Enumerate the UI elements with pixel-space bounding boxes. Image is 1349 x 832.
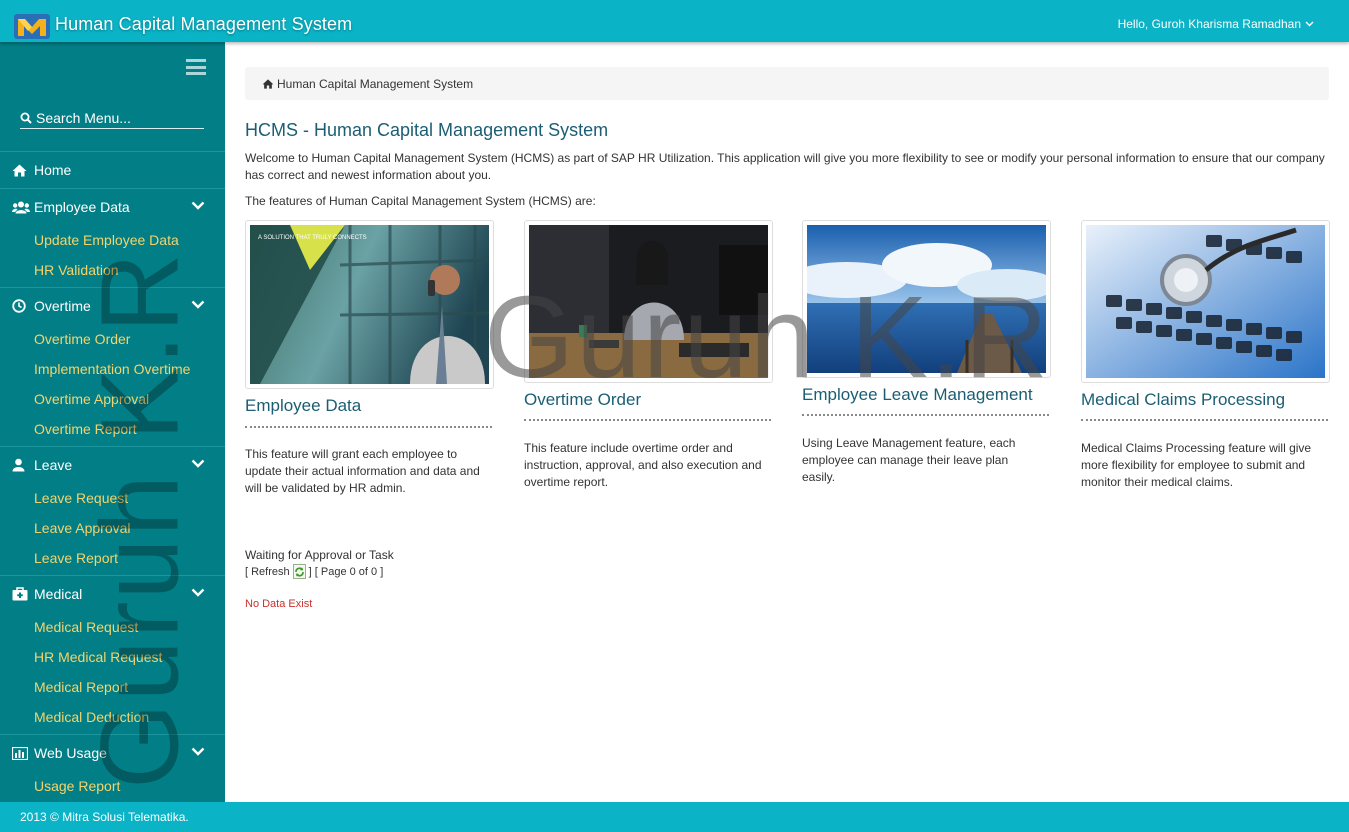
- sidebar-group-web-usage[interactable]: Web Usage: [0, 735, 225, 771]
- sidebar-item-implementation-overtime[interactable]: Implementation Overtime: [0, 354, 225, 384]
- chevron-down-icon: [191, 201, 205, 210]
- feature-description-overtime-order: This feature include overtime order and …: [524, 441, 762, 489]
- footer-copyright: 2013 © Mitra Solusi Telematika.: [20, 810, 189, 824]
- clock-icon: [12, 299, 26, 313]
- sidebar-item-leave-request[interactable]: Leave Request: [0, 483, 225, 513]
- sidebar-toggle-icon[interactable]: [186, 59, 206, 75]
- feature-title-employee-data[interactable]: Employee Data: [245, 396, 361, 416]
- app-title: Human Capital Management System: [55, 14, 353, 34]
- feature-divider: [524, 419, 771, 421]
- breadcrumb: Human Capital Management System: [245, 67, 1329, 100]
- footer: 2013 © Mitra Solusi Telematika.: [0, 802, 1349, 832]
- sidebar-item-label: Overtime: [34, 298, 91, 314]
- feature-image-overtime-order: [524, 220, 773, 383]
- sidebar-item-usage-report[interactable]: Usage Report: [0, 771, 225, 801]
- sidebar-item-label: Medical: [34, 586, 83, 602]
- intro-text: Welcome to Human Capital Management Syst…: [245, 151, 1325, 182]
- home-icon: [12, 164, 27, 176]
- sidebar-item-hr-validation[interactable]: HR Validation: [0, 255, 225, 285]
- medkit-icon: [12, 587, 28, 601]
- feature-image-caption: A SOLUTION THAT TRULY CONNECTS: [258, 235, 367, 241]
- feature-divider: [245, 426, 492, 428]
- home-icon: [262, 78, 274, 89]
- sidebar-item-overtime-order[interactable]: Overtime Order: [0, 324, 225, 354]
- users-icon: [12, 201, 30, 213]
- sidebar-group-overtime[interactable]: Overtime: [0, 288, 225, 324]
- sidebar-item-hr-medical-request[interactable]: HR Medical Request: [0, 642, 225, 672]
- sidebar: Home Employee Data Update Employee Data …: [0, 42, 225, 802]
- sidebar-item-leave-approval[interactable]: Leave Approval: [0, 513, 225, 543]
- chevron-down-icon: [191, 459, 205, 468]
- sidebar-item-label: Web Usage: [34, 745, 107, 761]
- user-greeting: Hello, Guroh Kharisma Ramadhan: [1117, 17, 1301, 31]
- sidebar-group-employee-data[interactable]: Employee Data: [0, 189, 225, 225]
- search-input[interactable]: [36, 110, 196, 126]
- chevron-down-icon: [1305, 21, 1314, 27]
- user-menu[interactable]: Hello, Guroh Kharisma Ramadhan: [1118, 17, 1314, 31]
- task-section-title: Waiting for Approval or Task: [245, 548, 394, 562]
- feature-image-medical-claims: [1081, 220, 1330, 383]
- feature-title-leave-management[interactable]: Employee Leave Management: [802, 385, 1033, 405]
- feature-divider: [802, 414, 1049, 416]
- page-title: HCMS - Human Capital Management System: [245, 120, 609, 140]
- top-bar: Human Capital Management System Hello, G…: [0, 0, 1349, 42]
- refresh-icon[interactable]: [292, 564, 306, 579]
- sidebar-item-label: Leave: [34, 457, 73, 473]
- chevron-down-icon: [191, 747, 205, 756]
- page-indicator: ] [ Page 0 of 0 ]: [308, 565, 384, 578]
- sidebar-item-leave-report[interactable]: Leave Report: [0, 543, 225, 573]
- feature-description-leave-management: Using Leave Management feature, each emp…: [802, 436, 1016, 484]
- sidebar-item-update-employee-data[interactable]: Update Employee Data: [0, 225, 225, 255]
- sidebar-item-medical-request[interactable]: Medical Request: [0, 612, 225, 642]
- features-lead-text: The features of Human Capital Management…: [245, 194, 596, 208]
- menu-search: [20, 108, 204, 129]
- no-data-message: No Data Exist: [245, 598, 313, 610]
- sidebar-nav: Home Employee Data Update Employee Data …: [0, 151, 225, 802]
- chevron-down-icon: [191, 588, 205, 597]
- chevron-down-icon: [191, 300, 205, 309]
- sidebar-item-medical-report[interactable]: Medical Report: [0, 672, 225, 702]
- task-controls: [ Refresh ] [ Page 0 of 0 ]: [245, 564, 383, 579]
- feature-image-employee-data: A SOLUTION THAT TRULY CONNECTS: [245, 220, 494, 389]
- feature-description-medical-claims: Medical Claims Processing feature will g…: [1081, 441, 1312, 489]
- bar-chart-icon: [12, 746, 28, 760]
- sidebar-item-label: Home: [34, 162, 72, 178]
- app-logo-icon: [14, 14, 50, 39]
- sidebar-item-medical-deduction[interactable]: Medical Deduction: [0, 702, 225, 732]
- refresh-label: [ Refresh: [245, 565, 290, 578]
- sidebar-item-overtime-report[interactable]: Overtime Report: [0, 414, 225, 444]
- feature-image-leave-management: [802, 220, 1051, 378]
- breadcrumb-item[interactable]: Human Capital Management System: [277, 77, 473, 91]
- feature-divider: [1081, 419, 1328, 421]
- search-icon: [20, 112, 32, 124]
- feature-title-overtime-order[interactable]: Overtime Order: [524, 390, 641, 410]
- feature-description-employee-data: This feature will grant each employee to…: [245, 447, 480, 495]
- user-icon: [12, 458, 25, 472]
- sidebar-group-medical[interactable]: Medical: [0, 576, 225, 612]
- sidebar-group-leave[interactable]: Leave: [0, 447, 225, 483]
- sidebar-item-overtime-approval[interactable]: Overtime Approval: [0, 384, 225, 414]
- feature-title-medical-claims[interactable]: Medical Claims Processing: [1081, 390, 1285, 410]
- sidebar-item-home[interactable]: Home: [0, 152, 225, 188]
- sidebar-item-label: Employee Data: [34, 199, 130, 215]
